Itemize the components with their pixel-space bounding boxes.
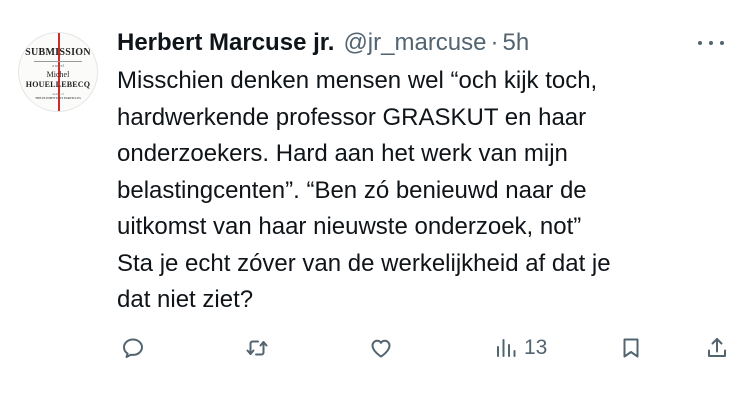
views-chart-icon	[497, 339, 516, 357]
tweet-text-line: belastingcenten”. “Ben zó benieuwd naar …	[117, 176, 587, 204]
reply-icon	[123, 338, 143, 358]
tweet[interactable]: SUBMISSION a novel Michel HOUELLEBECQ Au…	[0, 0, 746, 404]
avatar[interactable]: SUBMISSION a novel Michel HOUELLEBECQ Au…	[18, 32, 98, 112]
avatar-cover-small-2: THE ELEMENTARY PARTICLES	[35, 96, 81, 100]
tweet-text-line: Misschien denken mensen wel “och kijk to…	[117, 67, 598, 94]
tweet-timestamp[interactable]: 5h	[503, 26, 530, 60]
views-button[interactable]: 13	[494, 334, 547, 362]
heart-icon	[371, 339, 391, 358]
tweet-header: Herbert Marcuse jr. @jr_marcuse · 5h	[117, 26, 529, 60]
tweet-text-line: onderzoekers. Hard aan het werk van mijn	[117, 140, 568, 167]
like-button[interactable]	[369, 334, 393, 362]
bookmark-icon	[623, 338, 639, 358]
avatar-cover-author-first: Michel	[46, 70, 70, 79]
tweet-actions: 13	[0, 334, 746, 362]
avatar-cover-author-last: HOUELLEBECQ	[25, 80, 91, 89]
tweet-text-line: uitkomst van haar nieuwste onderzoek, no…	[117, 213, 582, 240]
reply-button[interactable]	[121, 334, 145, 362]
tweet-text-line: dat niet ziet?	[117, 286, 254, 313]
share-button[interactable]	[705, 334, 729, 362]
tweet-text: Misschien denken mensen wel “och kijk to…	[117, 63, 727, 319]
share-icon	[708, 338, 726, 357]
views-count: 13	[524, 336, 548, 359]
tweet-text-line: hardwerkende professor GRASKUT en haar	[117, 103, 587, 131]
more-horizontal-icon[interactable]	[698, 36, 724, 50]
author-name[interactable]: Herbert Marcuse jr.	[117, 26, 334, 60]
retweet-button[interactable]	[245, 334, 269, 362]
separator-dot: ·	[490, 29, 499, 56]
avatar-cover-rule	[34, 61, 82, 62]
bookmark-button[interactable]	[619, 334, 643, 362]
avatar-cover-subtitle: a novel	[52, 63, 64, 68]
avatar-cover-title: SUBMISSION	[25, 47, 91, 58]
retweet-icon	[246, 340, 268, 356]
author-handle[interactable]: @jr_marcuse	[343, 26, 486, 60]
tweet-text-line: Sta je echt zóver van de werkelijkheid a…	[117, 249, 611, 277]
